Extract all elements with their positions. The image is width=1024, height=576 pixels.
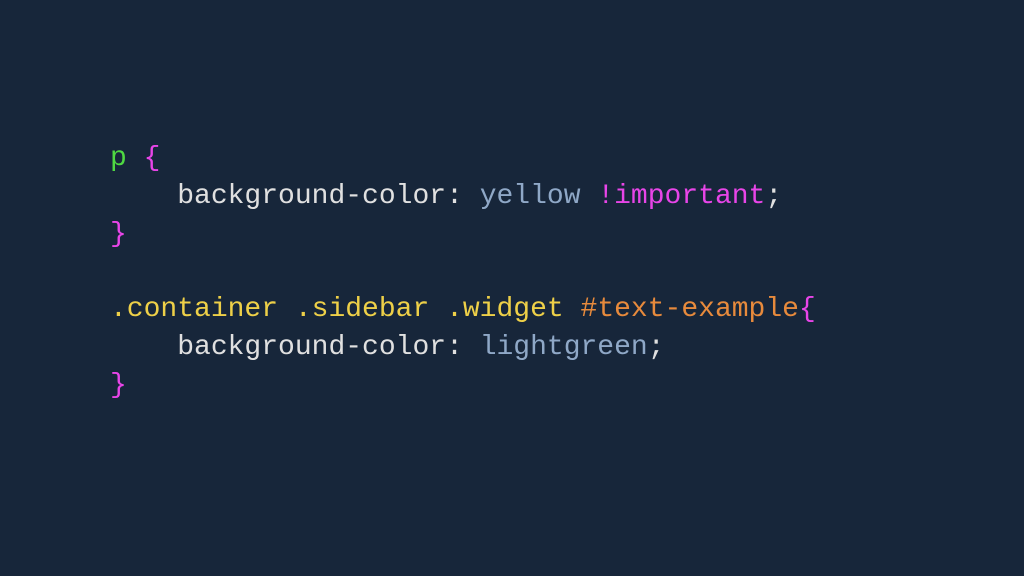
css-value: lightgreen — [480, 332, 648, 363]
brace-open: { — [799, 294, 816, 325]
css-value: yellow — [480, 181, 581, 212]
selector-id: #text-example — [581, 294, 799, 325]
selector-tag: p — [110, 143, 127, 174]
important-flag: !important — [597, 181, 765, 212]
code-snippet: p { background-color: yellow !important;… — [110, 140, 1024, 405]
semicolon: ; — [765, 181, 782, 212]
indent — [110, 181, 177, 212]
brace-open: { — [144, 143, 161, 174]
brace-close: } — [110, 219, 127, 250]
indent — [110, 332, 177, 363]
brace-close: } — [110, 370, 127, 401]
css-property: background-color — [177, 332, 446, 363]
css-property: background-color — [177, 181, 446, 212]
selector-class: .container — [110, 294, 278, 325]
semicolon: ; — [648, 332, 665, 363]
selector-class: .sidebar — [295, 294, 429, 325]
colon: : — [446, 181, 463, 212]
colon: : — [446, 332, 463, 363]
selector-class: .widget — [446, 294, 564, 325]
